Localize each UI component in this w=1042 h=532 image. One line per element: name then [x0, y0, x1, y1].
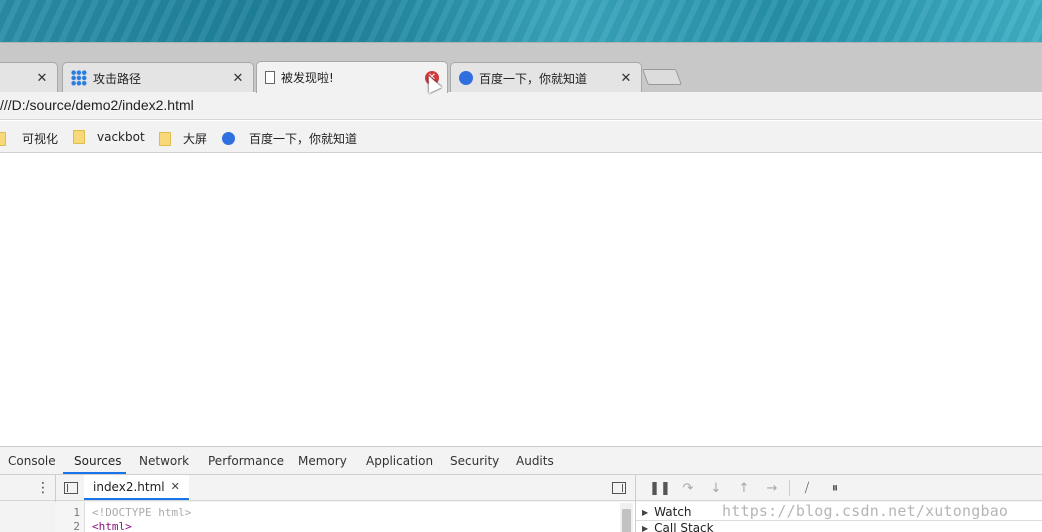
bookmark-big-screen[interactable]: 大屏 [159, 130, 207, 147]
tab-memory[interactable]: Memory [298, 454, 347, 468]
line-number: 2 [73, 520, 80, 532]
section-label: Watch [654, 505, 692, 519]
step-icon[interactable]: → [758, 480, 786, 496]
line-number: 1 [73, 506, 80, 519]
tab-close-icon[interactable]: ✕ [619, 71, 633, 86]
tab-discovered[interactable]: 被发现啦! ✕ [256, 61, 448, 93]
section-label: Call Stack [654, 523, 714, 532]
page-content [0, 153, 1042, 446]
baidu-paw-icon [222, 132, 235, 145]
editor-file-tab[interactable]: index2.html ✕ [84, 475, 189, 500]
dots-grid-icon [71, 70, 87, 86]
code-editor[interactable]: 1 2 <!DOCTYPE html> <html> [55, 502, 635, 532]
sources-toolbar: ⋮ index2.html ✕ [0, 475, 1042, 501]
tab-network[interactable]: Network [139, 454, 189, 468]
file-tab-label: index2.html [93, 479, 165, 494]
tab-security[interactable]: Security [450, 454, 499, 468]
baidu-paw-icon [459, 71, 473, 85]
expand-triangle-icon: ▶ [642, 523, 649, 532]
bookmark-label: 大屏 [183, 132, 208, 146]
tab-sources[interactable]: Sources [74, 454, 121, 468]
tab-console[interactable]: Console [8, 454, 56, 468]
address-bar[interactable]: ///D:/source/demo2/index2.html [0, 92, 1042, 120]
bookmark-vackbot[interactable]: vackbot [73, 130, 145, 144]
step-into-icon[interactable]: ↓ [702, 480, 730, 496]
bookmark-label: 百度一下，你就知道 [249, 132, 358, 146]
watermark: https://blog.csdn.net/xutongbao [722, 502, 1009, 520]
tab-title: 被发现啦! [281, 71, 334, 85]
editor-scrollbar[interactable] [620, 503, 633, 532]
deactivate-breakpoints-icon[interactable]: ⧸ [793, 480, 821, 496]
tab-partial[interactable]: ✕ [0, 62, 58, 93]
toggle-debugger-icon[interactable] [612, 482, 626, 494]
bookmark-label: 可视化 [22, 132, 59, 146]
devtools-tab-bar: Console Sources Network Performance Memo… [0, 447, 1042, 475]
tab-performance[interactable]: Performance [208, 454, 284, 468]
tab-close-icon[interactable]: ✕ [35, 71, 49, 86]
line-gutter: 1 2 [55, 502, 85, 532]
debugger-controls: ❚❚ ↷ ↓ ↑ → ⧸ ⏸ [646, 480, 849, 496]
bookmark-baidu[interactable]: 百度一下，你就知道 [222, 130, 357, 147]
more-options-icon[interactable]: ⋮ [36, 481, 50, 495]
folder-icon [73, 130, 85, 144]
close-file-icon[interactable]: ✕ [171, 480, 180, 493]
tab-baidu[interactable]: 百度一下，你就知道 ✕ [450, 62, 642, 93]
divider [789, 480, 790, 496]
scrollbar-thumb[interactable] [622, 509, 631, 532]
url-text[interactable]: ///D:/source/demo2/index2.html [0, 97, 194, 113]
step-out-icon[interactable]: ↑ [730, 480, 758, 496]
tab-close-icon[interactable]: ✕ [231, 71, 245, 86]
tab-strip: ✕ 攻击路径 ✕ 被发现啦! ✕ 百度一下，你就知道 ✕ [0, 42, 1042, 93]
active-tab-indicator [63, 472, 126, 474]
tab-audits[interactable]: Audits [516, 454, 554, 468]
bookmark-label: vackbot [97, 130, 145, 144]
tab-application[interactable]: Application [366, 454, 433, 468]
tab-attack-path[interactable]: 攻击路径 ✕ [62, 62, 254, 93]
tab-title: 攻击路径 [93, 71, 142, 86]
expand-triangle-icon: ▶ [642, 507, 649, 517]
folder-icon [159, 131, 171, 146]
toggle-navigator-icon[interactable] [64, 482, 78, 494]
desktop-wallpaper [0, 0, 1042, 42]
code-line: <html> [92, 520, 132, 532]
bookmark-visualization[interactable]: 可视化 [0, 130, 58, 147]
page-icon [265, 71, 275, 84]
step-over-icon[interactable]: ↷ [674, 480, 702, 496]
bookmarks-bar: 可视化 vackbot 大屏 百度一下，你就知道 [0, 121, 1042, 153]
code-line: <!DOCTYPE html> [92, 506, 192, 519]
folder-icon [0, 131, 6, 146]
watch-section[interactable]: ▶ Watch [642, 505, 692, 519]
new-tab-button[interactable] [642, 69, 682, 85]
tab-title: 百度一下，你就知道 [479, 71, 588, 86]
pause-icon[interactable]: ❚❚ [646, 480, 674, 496]
divider [636, 520, 1042, 521]
call-stack-section[interactable]: ▶ Call Stack [642, 523, 714, 532]
pause-on-exceptions-icon[interactable]: ⏸ [821, 480, 849, 496]
